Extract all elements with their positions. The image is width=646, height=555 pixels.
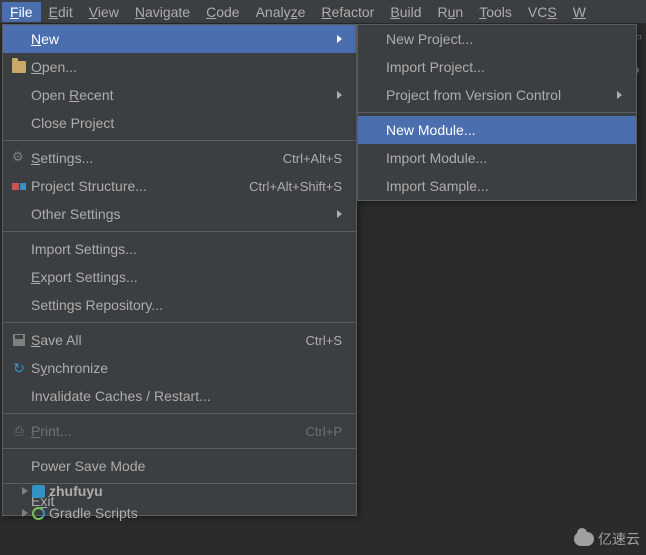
menu-power-save[interactable]: Power Save Mode	[3, 452, 356, 480]
menu-new-module[interactable]: New Module...	[358, 116, 636, 144]
menu-new[interactable]: New	[3, 25, 356, 53]
folder-icon	[9, 58, 29, 76]
menu-file[interactable]: File	[2, 2, 41, 22]
file-dropdown: New Open... Open Recent Close Project Se…	[2, 24, 357, 516]
menu-export-settings[interactable]: Export Settings...	[3, 263, 356, 291]
menu-separator	[3, 322, 356, 323]
new-submenu: New Project... Import Project... Project…	[357, 24, 637, 201]
menu-navigate[interactable]: Navigate	[127, 2, 198, 22]
gear-icon	[9, 149, 29, 167]
menu-separator	[3, 413, 356, 414]
watermark-text: 亿速云	[598, 529, 640, 549]
save-icon	[9, 331, 29, 349]
menu-open-recent[interactable]: Open Recent	[3, 81, 356, 109]
menu-tools[interactable]: Tools	[471, 2, 520, 22]
menu-run[interactable]: Run	[430, 2, 472, 22]
menu-import-settings[interactable]: Import Settings...	[3, 235, 356, 263]
menu-settings[interactable]: Settings... Ctrl+Alt+S	[3, 144, 356, 172]
tree-node-zhufuyu[interactable]: zhufuyu	[22, 480, 138, 502]
submenu-arrow-icon	[337, 35, 342, 43]
menu-project-from-vcs[interactable]: Project from Version Control	[358, 81, 636, 109]
menu-print[interactable]: ⎙ Print... Ctrl+P	[3, 417, 356, 445]
menu-view[interactable]: View	[81, 2, 127, 22]
tree-label: zhufuyu	[49, 483, 103, 499]
menu-close-project[interactable]: Close Project	[3, 109, 356, 137]
project-tree: zhufuyu Gradle Scripts	[22, 480, 138, 524]
menu-import-module[interactable]: Import Module...	[358, 144, 636, 172]
menu-separator	[3, 140, 356, 141]
menu-open[interactable]: Open...	[3, 53, 356, 81]
menu-invalidate-caches[interactable]: Invalidate Caches / Restart...	[3, 382, 356, 410]
menu-code[interactable]: Code	[198, 2, 247, 22]
menu-refactor[interactable]: Refactor	[313, 2, 382, 22]
submenu-arrow-icon	[337, 210, 342, 218]
expand-arrow-icon[interactable]	[22, 487, 28, 495]
menubar: File Edit View Navigate Code Analyze Ref…	[0, 0, 646, 24]
menu-separator	[3, 231, 356, 232]
menu-window[interactable]: W	[565, 2, 594, 22]
expand-arrow-icon[interactable]	[22, 509, 28, 517]
print-icon: ⎙	[9, 422, 29, 440]
menu-new-project[interactable]: New Project...	[358, 25, 636, 53]
menu-build[interactable]: Build	[382, 2, 429, 22]
submenu-arrow-icon	[337, 91, 342, 99]
submenu-arrow-icon	[617, 91, 622, 99]
watermark: 亿速云	[574, 529, 640, 549]
menu-synchronize[interactable]: ↻ Synchronize	[3, 354, 356, 382]
menu-import-project[interactable]: Import Project...	[358, 53, 636, 81]
module-icon	[32, 485, 45, 498]
sync-icon: ↻	[9, 359, 29, 377]
tree-label: Gradle Scripts	[49, 505, 138, 521]
menu-project-structure[interactable]: Project Structure... Ctrl+Alt+Shift+S	[3, 172, 356, 200]
menu-separator	[3, 448, 356, 449]
menu-save-all[interactable]: Save All Ctrl+S	[3, 326, 356, 354]
menu-vcs[interactable]: VCS	[520, 2, 565, 22]
menu-settings-repo[interactable]: Settings Repository...	[3, 291, 356, 319]
menu-edit[interactable]: Edit	[41, 2, 81, 22]
tree-node-gradle[interactable]: Gradle Scripts	[22, 502, 138, 524]
menu-import-sample[interactable]: Import Sample...	[358, 172, 636, 200]
cloud-icon	[574, 532, 594, 546]
menu-analyze[interactable]: Analyze	[248, 2, 314, 22]
menu-separator	[358, 112, 636, 113]
menu-other-settings[interactable]: Other Settings	[3, 200, 356, 228]
gradle-icon	[32, 507, 45, 520]
project-structure-icon	[9, 177, 29, 195]
